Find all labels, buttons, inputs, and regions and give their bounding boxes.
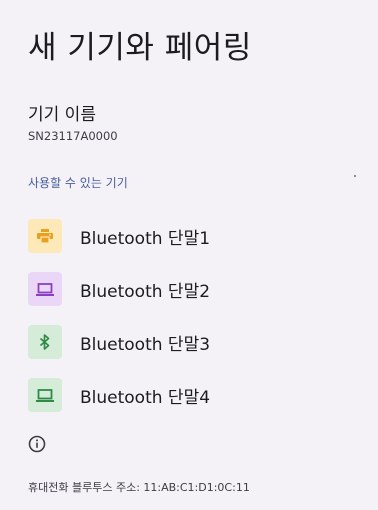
scanning-indicator — [354, 175, 356, 177]
device-item-4[interactable]: Bluetooth 단말4 — [0, 369, 378, 422]
laptop-icon — [28, 378, 62, 412]
device-item-2[interactable]: Bluetooth 단말2 — [0, 263, 378, 316]
device-name-value: SN23117A0000 — [28, 129, 118, 143]
printer-icon — [28, 219, 62, 253]
device-item-1[interactable]: Bluetooth 단말1 — [0, 210, 378, 263]
page-title: 새 기기와 페어링 — [28, 30, 252, 66]
device-label: Bluetooth 단말4 — [80, 388, 211, 408]
laptop-icon — [28, 272, 62, 306]
device-label: Bluetooth 단말2 — [80, 282, 211, 302]
available-devices-header: 사용할 수 있는 기기 — [28, 176, 128, 190]
bluetooth-address: 휴대전화 블루투스 주소: 11:AB:C1:D1:0C:11 — [28, 481, 250, 494]
device-label: Bluetooth 단말3 — [80, 335, 211, 355]
device-name-setting[interactable]: 기기 이름 SN23117A0000 — [28, 100, 118, 143]
info-icon — [27, 434, 47, 454]
device-label: Bluetooth 단말1 — [80, 229, 211, 249]
device-list: Bluetooth 단말1 Bluetooth 단말2 Bluetooth 단말… — [0, 210, 378, 422]
bluetooth-icon — [28, 325, 62, 359]
device-name-label: 기기 이름 — [28, 105, 96, 125]
device-item-3[interactable]: Bluetooth 단말3 — [0, 316, 378, 369]
